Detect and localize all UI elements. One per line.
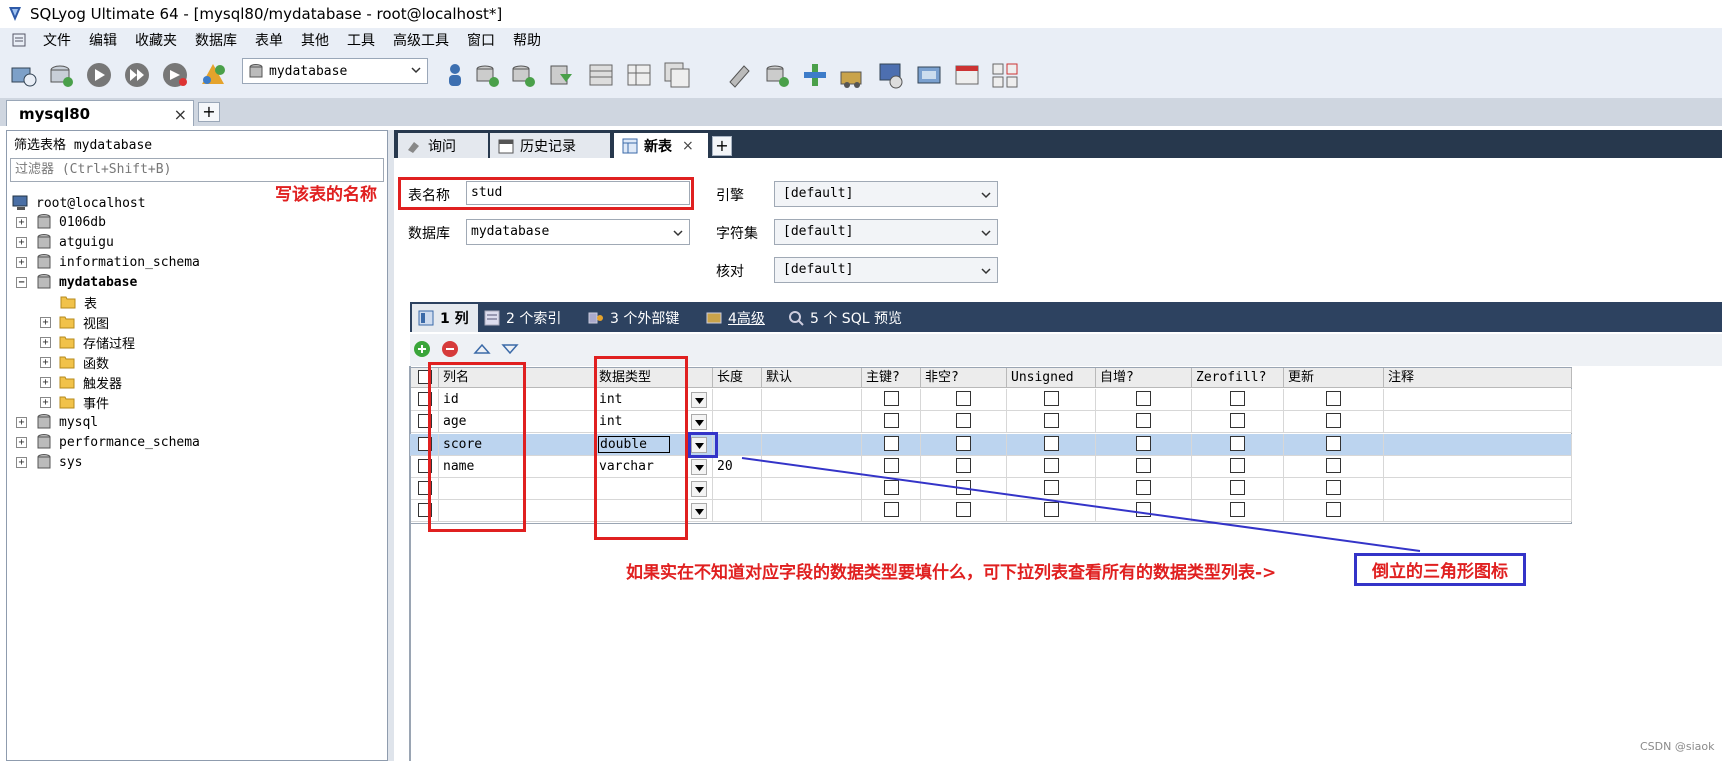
watermark: CSDN @siaok (1640, 740, 1715, 753)
annotation-datatype-note: 如果实在不知道对应字段的数据类型要填什么，可下拉列表查看所有的数据类型列表-> (626, 563, 1277, 583)
annotation-arrow-line (741, 457, 1421, 552)
annotation-box-triangle-note: 倒立的三角形图标 (1354, 553, 1526, 586)
annotation-triangle-note: 倒立的三角形图标 (1372, 562, 1508, 582)
